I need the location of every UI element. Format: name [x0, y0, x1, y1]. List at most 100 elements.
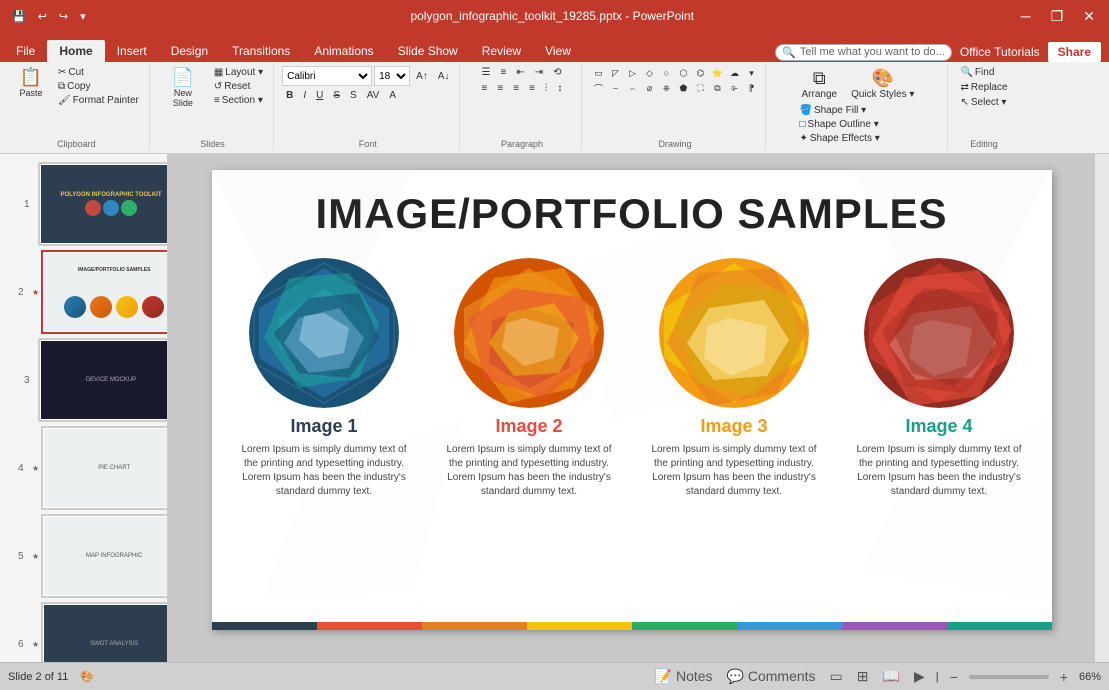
office-tutorials-link[interactable]: Office Tutorials — [960, 45, 1040, 59]
align-right-button[interactable]: ≡ — [509, 82, 523, 95]
slideshow-button[interactable]: ▶ — [911, 667, 928, 686]
shape-cell[interactable]: ⁋ — [743, 81, 759, 95]
zoom-in-button[interactable]: + — [1057, 668, 1071, 686]
shape-cell[interactable]: ⌀ — [641, 81, 657, 95]
shape-cell[interactable]: ◸ — [607, 66, 623, 80]
tell-me-search[interactable]: 🔍 Tell me what you want to do... — [775, 44, 952, 61]
tab-home[interactable]: Home — [47, 40, 104, 62]
shape-cell[interactable]: ☁ — [726, 66, 742, 80]
save-button[interactable]: 💾 — [8, 8, 30, 25]
close-button[interactable]: ✕ — [1077, 6, 1101, 27]
share-button[interactable]: Share — [1048, 42, 1101, 62]
paste-button[interactable]: 📋 Paste — [10, 66, 52, 100]
zoom-out-button[interactable]: − — [947, 668, 961, 686]
format-painter-button[interactable]: 🖌Format Painter — [54, 94, 143, 107]
new-slide-button[interactable]: 📄 NewSlide — [158, 66, 208, 110]
tab-design[interactable]: Design — [159, 40, 220, 62]
slide-canvas[interactable]: IMAGE/PORTFOLIO SAMPLES — [212, 170, 1052, 630]
shape-cell[interactable]: ⌬ — [692, 66, 708, 80]
shape-cell[interactable]: ⌒ — [590, 81, 606, 95]
shape-cell[interactable]: ⬟ — [675, 81, 691, 95]
char-spacing-button[interactable]: AV — [363, 89, 384, 102]
shape-cell[interactable]: ⌱ — [726, 81, 742, 95]
tab-transitions[interactable]: Transitions — [220, 40, 302, 62]
shape-cell[interactable]: ◇ — [641, 66, 657, 80]
restore-button[interactable]: ❐ — [1045, 6, 1070, 27]
ribbon-group-font: Calibri 18 A↑ A↓ B I U S S AV A Font — [276, 64, 460, 151]
right-scrollbar[interactable] — [1095, 154, 1109, 662]
tab-insert[interactable]: Insert — [105, 40, 159, 62]
undo-button[interactable]: ↩ — [34, 8, 51, 25]
reset-button[interactable]: ↺ Reset — [210, 80, 267, 93]
normal-view-button[interactable]: ▭ — [827, 667, 846, 686]
comments-button[interactable]: 💬 Comments — [724, 667, 819, 686]
shape-cell[interactable]: ▭ — [590, 66, 606, 80]
justify-button[interactable]: ≡ — [525, 82, 539, 95]
decrease-font-button[interactable]: A↓ — [434, 70, 454, 83]
customize-button[interactable]: ▾ — [76, 8, 90, 25]
slide-thumb-6[interactable]: SWOT ANALYSIS — [41, 602, 168, 662]
align-left-button[interactable]: ≡ — [478, 82, 492, 95]
strikethrough-button[interactable]: S — [329, 89, 344, 102]
image-label-1: Image 1 — [290, 416, 357, 437]
tab-view[interactable]: View — [533, 40, 583, 62]
quick-styles-button[interactable]: 🎨 Quick Styles ▾ — [845, 66, 920, 102]
tab-file[interactable]: File — [4, 40, 47, 62]
shape-cell[interactable]: ⭐ — [709, 66, 725, 80]
replace-button[interactable]: ⇄ Replace — [956, 81, 1011, 94]
search-icon: 🔍 — [782, 46, 796, 59]
reading-view-button[interactable]: 📖 — [880, 667, 903, 686]
section-button[interactable]: ≡ Section ▾ — [210, 94, 267, 107]
underline-button[interactable]: U — [312, 89, 327, 102]
decrease-indent-button[interactable]: ⇤ — [512, 66, 528, 79]
increase-font-button[interactable]: A↑ — [412, 70, 432, 83]
text-direction-button[interactable]: ⟲ — [549, 66, 565, 79]
slide-thumb-4[interactable]: PIE CHART — [41, 426, 168, 510]
font-color-button[interactable]: A — [385, 89, 400, 102]
slide-thumb-1[interactable]: POLYGON INFOGRAPHIC TOOLKIT — [38, 162, 168, 246]
shape-cell[interactable]: ⌣ — [607, 81, 623, 95]
tab-slideshow[interactable]: Slide Show — [386, 40, 470, 62]
bold-button[interactable]: B — [282, 89, 297, 102]
find-button[interactable]: 🔍 Find — [956, 66, 998, 79]
notes-label: Notes — [676, 668, 713, 684]
shape-outline-button[interactable]: □ Shape Outline ▾ — [795, 118, 883, 131]
shape-cell[interactable]: ⌢ — [624, 81, 640, 95]
line-spacing-button[interactable]: ↕ — [553, 82, 566, 95]
cut-button[interactable]: ✂Cut — [54, 66, 143, 79]
slide-thumb-5[interactable]: MAP INFOGRAPHIC — [41, 514, 168, 598]
shape-cell[interactable]: ⧉ — [709, 81, 725, 95]
copy-button[interactable]: ⧉Copy — [54, 80, 143, 93]
shape-effects-button[interactable]: ✦ Shape Effects ▾ — [795, 132, 883, 145]
redo-button[interactable]: ↪ — [55, 8, 72, 25]
shape-cell[interactable]: ○ — [658, 66, 674, 80]
slide-thumb-3[interactable]: DEVICE MOCKUP — [38, 338, 168, 422]
shape-cell[interactable]: ▾ — [743, 66, 759, 80]
font-family-select[interactable]: Calibri — [282, 66, 372, 86]
increase-indent-button[interactable]: ⇥ — [531, 66, 547, 79]
shape-fill-button[interactable]: 🪣 Shape Fill ▾ — [795, 104, 883, 117]
minimize-button[interactable]: ─ — [1015, 6, 1037, 26]
shape-cell[interactable]: ⛶ — [692, 81, 708, 95]
numbering-button[interactable]: ≡ — [497, 66, 511, 79]
tab-animations[interactable]: Animations — [302, 40, 385, 62]
shape-cell[interactable]: ⬡ — [675, 66, 691, 80]
align-center-button[interactable]: ≡ — [493, 82, 507, 95]
select-button[interactable]: ↖ Select ▾ — [956, 96, 1010, 109]
italic-button[interactable]: I — [299, 89, 310, 102]
shadow-button[interactable]: S — [346, 89, 361, 102]
slide-sorter-button[interactable]: ⊞ — [854, 667, 872, 686]
shape-cell[interactable]: ⎈ — [658, 81, 674, 95]
zoom-slider[interactable] — [969, 675, 1049, 679]
font-size-select[interactable]: 18 — [374, 66, 410, 86]
bullets-button[interactable]: ☰ — [478, 66, 495, 79]
shape-cell[interactable]: ▷ — [624, 66, 640, 80]
ribbon-group-editing: 🔍 Find ⇄ Replace ↖ Select ▾ Editing — [950, 64, 1017, 151]
arrange-button[interactable]: ⧉ Arrange — [795, 66, 843, 102]
tab-review[interactable]: Review — [470, 40, 533, 62]
layout-button[interactable]: ▦ Layout ▾ — [210, 66, 267, 79]
effects-icon: ✦ — [799, 133, 807, 144]
slide-thumb-2[interactable]: IMAGE/PORTFOLIO SAMPLES — [41, 250, 168, 334]
notes-button[interactable]: 📝 Notes — [652, 667, 716, 686]
columns-button[interactable]: ⫶ — [541, 82, 552, 95]
